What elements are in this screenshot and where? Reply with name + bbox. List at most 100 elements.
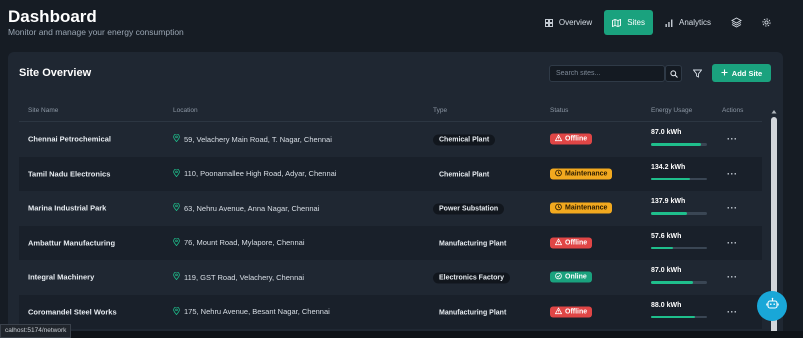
map-pin-icon bbox=[173, 202, 180, 213]
table-row[interactable]: Tamil Nadu Electronics 110, Poonamallee H… bbox=[19, 156, 762, 191]
energy-value: 88.0 kWh bbox=[651, 301, 682, 309]
column-header: Actions bbox=[722, 107, 744, 114]
type-label: Chemical Plant bbox=[439, 171, 490, 179]
row-actions-menu[interactable]: ··· bbox=[727, 307, 738, 317]
site-type: Chemical Plant bbox=[433, 169, 495, 178]
status-cell: Offline bbox=[550, 306, 593, 318]
map-pin-icon bbox=[173, 133, 180, 144]
site-name[interactable]: Tamil Nadu Electronics bbox=[28, 169, 110, 178]
site-location: 76, Mount Road, Mylapore, Chennai bbox=[173, 237, 305, 248]
status-cell: Maintenance bbox=[550, 202, 613, 214]
column-header[interactable]: Type bbox=[433, 107, 447, 114]
location-text: 76, Mount Road, Mylapore, Chennai bbox=[184, 238, 305, 248]
map-pin-icon bbox=[173, 168, 180, 179]
map-pin-icon bbox=[173, 237, 180, 248]
location-text: 63, Nehru Avenue, Anna Nagar, Chennai bbox=[184, 203, 320, 213]
row-actions-menu[interactable]: ··· bbox=[727, 169, 738, 179]
nav-overview-label: Overview bbox=[558, 18, 593, 27]
row-actions-menu[interactable]: ··· bbox=[727, 272, 738, 282]
status-cell: Offline bbox=[550, 237, 593, 249]
energy-usage: 137.9 kWh bbox=[651, 198, 707, 215]
table-header: Site Name Location Type Status Energy Us… bbox=[19, 100, 762, 122]
status-cell: Offline bbox=[550, 133, 593, 145]
site-name[interactable]: Coromandel Steel Works bbox=[28, 307, 117, 316]
site-location: 175, Nehru Avenue, Besant Nagar, Chennai bbox=[173, 306, 330, 317]
status-label: Offline bbox=[565, 239, 588, 247]
column-header[interactable]: Location bbox=[173, 107, 198, 114]
assistant-button[interactable] bbox=[757, 291, 787, 321]
robot-icon bbox=[765, 297, 779, 315]
site-name[interactable]: Marina Industrial Park bbox=[28, 204, 106, 213]
filter-button[interactable] bbox=[689, 66, 705, 82]
column-header[interactable]: Site Name bbox=[28, 107, 58, 114]
status-cell: Online bbox=[550, 271, 592, 283]
page-header: Dashboard Monitor and manage your energy… bbox=[0, 0, 803, 46]
status-badge: Maintenance bbox=[550, 202, 613, 214]
row-actions-menu[interactable]: ··· bbox=[727, 134, 738, 144]
site-location: 119, GST Road, Velachery, Chennai bbox=[173, 271, 305, 282]
status-badge: Offline bbox=[550, 237, 593, 249]
energy-usage: 87.0 kWh bbox=[651, 267, 707, 284]
table-row[interactable]: Ambattur Manufacturing 76, Mount Road, My… bbox=[19, 225, 762, 260]
location-text: 59, Velachery Main Road, T. Nagar, Chenn… bbox=[184, 134, 332, 144]
table-row[interactable]: Integral Machinery 119, GST Road, Velache… bbox=[19, 260, 762, 295]
table-row[interactable]: Marina Industrial Park 63, Nehru Avenue, … bbox=[19, 191, 762, 226]
energy-usage: 57.6 kWh bbox=[651, 232, 707, 249]
status-label: Online bbox=[565, 273, 587, 281]
column-header[interactable]: Status bbox=[550, 107, 568, 114]
site-type: Manufacturing Plant bbox=[433, 307, 512, 316]
layers-icon bbox=[730, 17, 742, 28]
row-actions-menu[interactable]: ··· bbox=[727, 238, 738, 248]
energy-value: 57.6 kWh bbox=[651, 232, 682, 240]
energy-usage: 87.0 kWh bbox=[651, 129, 707, 146]
energy-value: 87.0 kWh bbox=[651, 129, 682, 136]
location-text: 119, GST Road, Velachery, Chennai bbox=[184, 272, 305, 282]
nav-sites-button[interactable]: Sites bbox=[604, 10, 653, 35]
site-name[interactable]: Integral Machinery bbox=[28, 273, 94, 282]
add-site-button[interactable]: Add Site bbox=[712, 64, 771, 82]
status-label: Maintenance bbox=[565, 204, 608, 212]
browser-status-url: calhost:5174/network bbox=[0, 324, 72, 338]
status-badge: Maintenance bbox=[550, 168, 613, 180]
nav-analytics-label: Analytics bbox=[678, 18, 711, 27]
status-label: Offline bbox=[565, 308, 588, 316]
energy-bar bbox=[651, 212, 707, 215]
status-label: Offline bbox=[565, 135, 588, 143]
nav-analytics-button[interactable]: Analytics bbox=[657, 10, 719, 35]
site-name[interactable]: Ambattur Manufacturing bbox=[28, 238, 115, 247]
type-label: Power Substation bbox=[433, 203, 505, 215]
energy-bar-fill bbox=[651, 212, 688, 215]
layers-button[interactable] bbox=[723, 10, 749, 35]
energy-bar-fill bbox=[651, 246, 674, 249]
settings-button[interactable] bbox=[753, 10, 779, 35]
site-location: 59, Velachery Main Road, T. Nagar, Chenn… bbox=[173, 133, 332, 144]
site-type: Chemical Plant bbox=[433, 134, 496, 146]
row-actions-menu[interactable]: ··· bbox=[727, 203, 738, 213]
nav-sites-label: Sites bbox=[627, 18, 645, 27]
alert-triangle-icon bbox=[554, 134, 563, 144]
site-location: 63, Nehru Avenue, Anna Nagar, Chennai bbox=[173, 202, 320, 213]
energy-usage: 134.2 kWh bbox=[651, 164, 707, 180]
energy-value: 137.9 kWh bbox=[651, 198, 686, 205]
site-name[interactable]: Chennai Petrochemical bbox=[28, 135, 111, 144]
type-label: Electronics Factory bbox=[433, 272, 510, 284]
energy-value: 87.0 kWh bbox=[651, 267, 682, 274]
search-input[interactable] bbox=[549, 65, 665, 82]
alert-triangle-icon bbox=[554, 238, 563, 247]
energy-bar bbox=[651, 246, 707, 249]
bar-chart-icon bbox=[665, 19, 673, 27]
nav-overview-button[interactable]: Overview bbox=[537, 10, 600, 35]
location-text: 175, Nehru Avenue, Besant Nagar, Chennai bbox=[184, 307, 330, 317]
table-row[interactable]: Chennai Petrochemical 59, Velachery Main … bbox=[19, 122, 762, 157]
bottom-strip bbox=[0, 331, 803, 338]
search-icon bbox=[669, 65, 678, 83]
table-row[interactable]: Coromandel Steel Works 175, Nehru Avenue,… bbox=[19, 294, 762, 329]
plus-icon bbox=[721, 69, 728, 78]
energy-bar-fill bbox=[651, 281, 693, 284]
energy-bar-fill bbox=[651, 177, 691, 180]
search-button[interactable] bbox=[665, 65, 682, 82]
column-header[interactable]: Energy Usage bbox=[651, 107, 692, 114]
type-label: Manufacturing Plant bbox=[439, 240, 507, 248]
scroll-up-arrow-icon[interactable] bbox=[771, 109, 777, 115]
gear-icon bbox=[761, 17, 772, 28]
